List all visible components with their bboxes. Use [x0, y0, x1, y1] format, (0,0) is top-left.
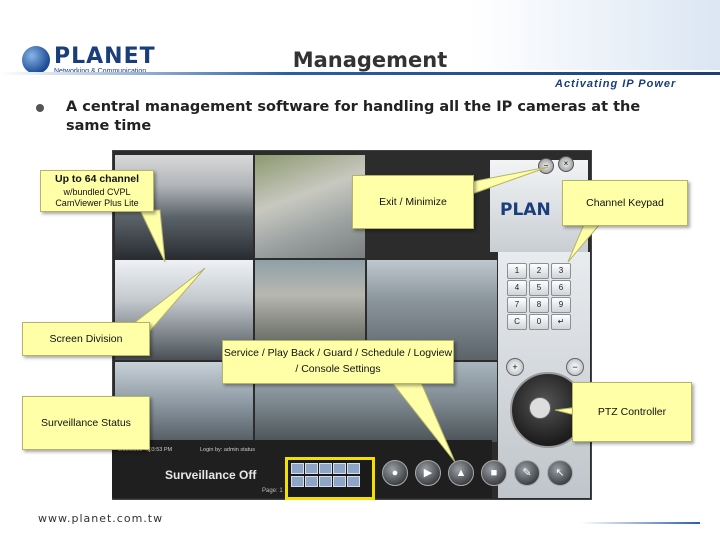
footer-divider — [580, 522, 700, 524]
pointer-channels — [139, 209, 166, 263]
pointer-service — [388, 379, 456, 463]
callout-service: Service / Play Back / Guard / Schedule /… — [222, 340, 454, 384]
callout-ptz-controller: PTZ Controller — [572, 382, 692, 442]
callout-pointers — [109, 166, 611, 463]
callout-channels-title: Up to 64 channel — [54, 173, 139, 185]
callout-channels: Up to 64 channel w/bundled CVPL CamViewe… — [40, 170, 154, 212]
footer-url: www.planet.com.tw — [38, 512, 164, 525]
callout-screen-division: Screen Division — [22, 322, 150, 356]
callout-channels-sub: w/bundled CVPL CamViewer Plus Lite — [55, 187, 139, 208]
callout-exit-minimize: Exit / Minimize — [352, 175, 474, 229]
callout-channel-keypad: Channel Keypad — [562, 180, 688, 226]
callout-surveillance-status: Surveillance Status — [22, 396, 150, 450]
